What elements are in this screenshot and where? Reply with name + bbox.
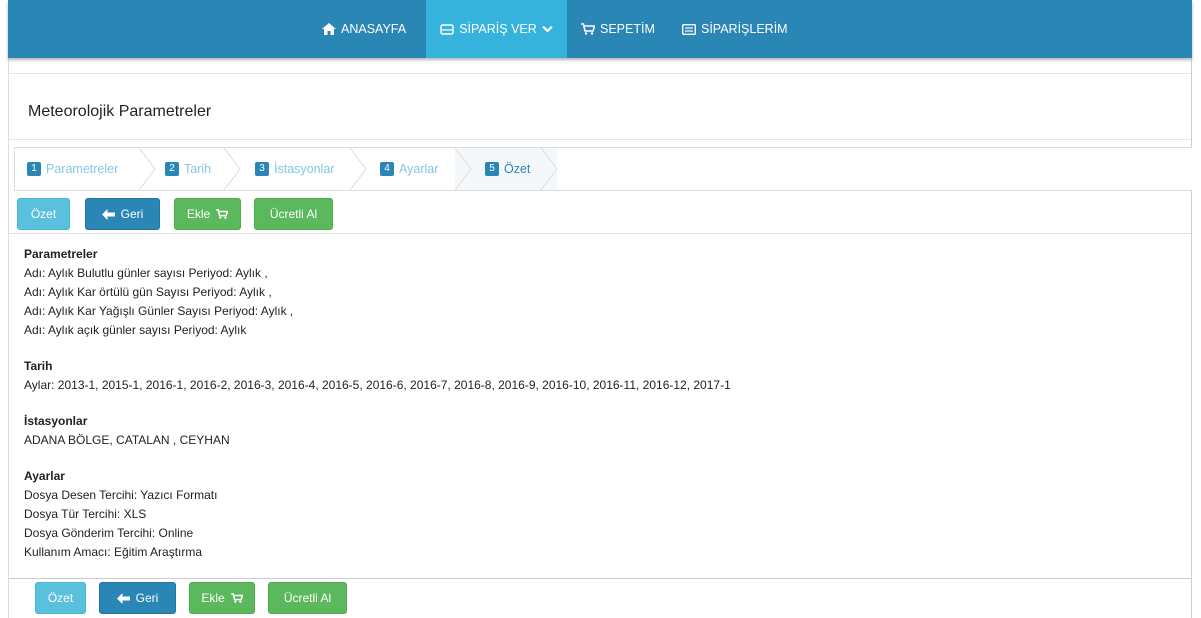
order-summary: Parametreler Adı: Aylık Bulutlu günler s… [24,245,731,579]
summary-line: Adı: Aylık Kar örtülü gün Sayısı Periyod… [24,285,272,299]
summary-section-stations: İstasyonlar ADANA BÖLGE, CATALAN , CEYHA… [24,412,731,450]
nav-item-label: SEPETİM [600,22,655,36]
nav-item-label: ANASAYFA [341,22,407,36]
button-label: Ücretli Al [283,591,332,605]
summary-line: Dosya Gönderim Tercihi: Online [24,526,194,540]
nav-item-label: SİPARİŞLERİM [701,22,788,36]
summary-line: Kullanım Amacı: Eğitim Araştırma [24,545,203,559]
section-heading: Tarih [24,359,53,373]
buy-paid-button[interactable]: Ücretli Al [254,198,333,230]
button-label: Özet [30,207,57,221]
divider [9,73,1191,74]
nav-item-cart[interactable]: SEPETİM [581,0,655,58]
summary-button[interactable]: Özet [17,198,70,230]
section-heading: Parametreler [24,247,98,261]
wizard-steps: 1 Parametreler 2 Tarih 3 İstasyonlar 4 A… [14,147,1192,191]
step-label: Parametreler [46,162,119,176]
wizard-step-parameters[interactable]: 1 Parametreler [27,148,118,190]
nav-item-orders[interactable]: SİPARİŞLERİM [682,0,788,58]
wizard-step-date[interactable]: 2 Tarih [165,148,211,190]
summary-line: Adı: Aylık açık günler sayısı Periyod: A… [24,323,247,337]
arrow-left-icon [116,592,130,604]
summary-section-date: Tarih Aylar: 2013-1, 2015-1, 2016-1, 201… [24,357,731,395]
step-number: 4 [380,162,394,176]
step-number: 2 [165,162,179,176]
step-number: 1 [27,162,41,176]
list-icon [682,23,696,35]
summary-button[interactable]: Özet [35,582,86,614]
button-label: Ücretli Al [269,207,318,221]
nav-item-home[interactable]: ANASAYFA [322,0,406,58]
step-label: Tarih [184,162,212,176]
step-label: Ayarlar [399,162,439,176]
cart-icon [581,23,595,35]
button-label: Ekle [201,591,225,605]
back-button[interactable]: Geri [99,582,176,614]
summary-line: Dosya Tür Tercihi: XLS [24,507,147,521]
home-icon [322,23,336,35]
tablet-icon [440,23,454,35]
back-button[interactable]: Geri [85,198,160,230]
step-label: Özet [504,162,531,176]
summary-line: Adı: Aylık Kar Yağışlı Günler Sayısı Per… [24,304,294,318]
add-to-cart-button[interactable]: Ekle [174,198,241,230]
arrow-left-icon [101,208,115,220]
button-label: Geri [120,207,144,221]
wizard-step-summary[interactable]: 5 Özet [485,148,530,190]
top-navbar: ANASAYFA SİPARİŞ VER SEPETİM SİPARİŞLERİ… [8,0,1192,58]
nav-item-order[interactable]: SİPARİŞ VER [426,0,567,58]
page-title: Meteorolojik Parametreler [28,103,212,120]
summary-line: Dosya Desen Tercihi: Yazıcı Formatı [24,488,218,502]
nav-item-label: SİPARİŞ VER [459,22,537,36]
section-heading: İstasyonlar [24,414,88,428]
button-label: Özet [47,591,74,605]
summary-line: Aylar: 2013-1, 2015-1, 2016-1, 2016-2, 2… [24,378,731,392]
divider [9,233,1191,234]
cart-icon [230,593,243,603]
summary-section-settings: Ayarlar Dosya Desen Tercihi: Yazıcı Form… [24,467,731,562]
divider [9,578,1191,579]
wizard-step-settings[interactable]: 4 Ayarlar [380,148,438,190]
buy-paid-button[interactable]: Ücretli Al [268,582,347,614]
section-heading: Ayarlar [24,469,65,483]
button-label: Ekle [186,207,211,221]
button-label: Geri [135,591,159,605]
chevron-down-icon [542,25,553,33]
summary-line: Adı: Aylık Bulutlu günler sayısı Periyod… [24,266,268,280]
wizard-step-stations[interactable]: 3 İstasyonlar [255,148,334,190]
step-number: 3 [255,162,269,176]
step-label: İstasyonlar [274,162,335,176]
cart-icon [216,209,229,219]
add-to-cart-button[interactable]: Ekle [189,582,255,614]
step-number: 5 [485,162,499,176]
divider [9,139,1191,140]
summary-line: ADANA BÖLGE, CATALAN , CEYHAN [24,433,230,447]
summary-section-parameters: Parametreler Adı: Aylık Bulutlu günler s… [24,245,731,340]
